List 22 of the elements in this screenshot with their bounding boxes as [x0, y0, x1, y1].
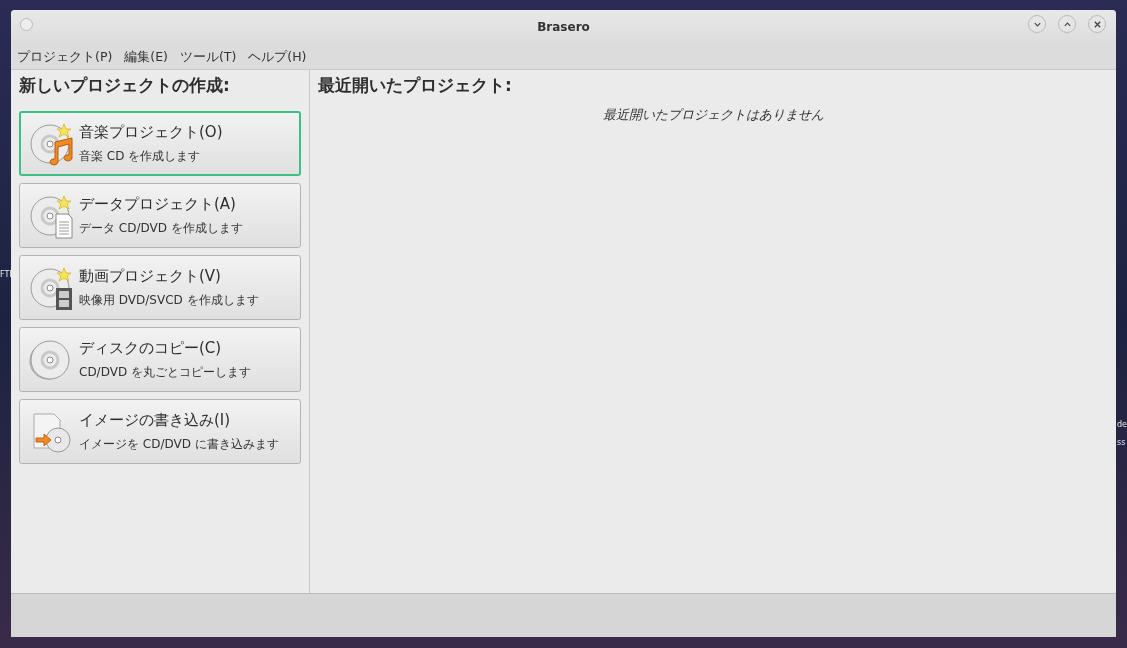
window-title: Brasero [537, 19, 590, 34]
close-button[interactable] [1088, 15, 1106, 33]
chevron-up-icon [1062, 19, 1072, 29]
menu-item[interactable]: プロジェクト(P) [17, 48, 113, 66]
close-icon [1092, 19, 1102, 29]
empty-message: 最近開いたプロジェクトはありません [601, 106, 825, 124]
section-heading: 新しいプロジェクトの作成: [19, 74, 231, 97]
section-heading: 最近開いたプロジェクト: [318, 74, 513, 97]
menu-item[interactable]: ツール(T) [179, 48, 237, 66]
minimize-button[interactable] [1028, 15, 1046, 33]
project-type-button[interactable]: データプロジェクト(A) データ CD/DVD を作成します [19, 183, 301, 248]
maximize-button[interactable] [1058, 15, 1076, 33]
window-dot-icon [20, 18, 33, 31]
project-type-button[interactable]: ディスクのコピー(C) CD/DVD を丸ごとコピーします [19, 327, 301, 392]
desktop-label: de [1117, 420, 1127, 429]
desktop-label: FTI [0, 270, 12, 279]
desktop-label: ss [1117, 438, 1126, 447]
menu-item[interactable]: 編集(E) [124, 48, 168, 66]
menu-item[interactable]: ヘルプ(H) [248, 48, 307, 66]
project-type-button[interactable]: イメージの書き込み(I) イメージを CD/DVD に書き込みます [19, 399, 301, 464]
project-type-button[interactable]: 動画プロジェクト(V) 映像用 DVD/SVCD を作成します [19, 255, 301, 320]
project-type-button[interactable]: 音楽プロジェクト(O) 音楽 CD を作成します [19, 111, 301, 176]
